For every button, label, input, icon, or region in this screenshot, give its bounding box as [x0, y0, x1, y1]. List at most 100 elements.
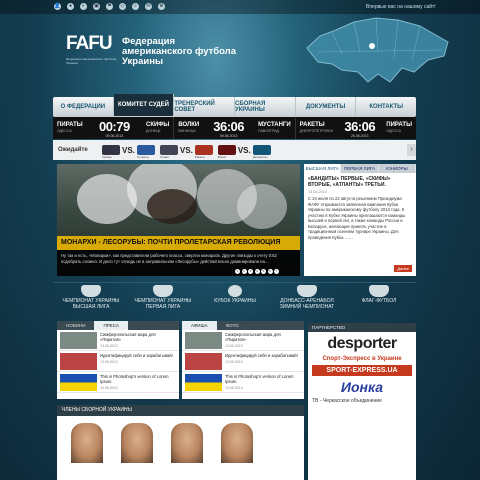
user-icon[interactable]: 👤 [54, 3, 61, 10]
tab-press[interactable]: Преса [94, 321, 128, 330]
partner-logo[interactable]: Спорт-Экспресс в Украине [312, 356, 412, 362]
score-item[interactable]: Волки Винница 36:06 09.06.2013 Мустанги Пав… [174, 117, 296, 139]
helmet-icon [153, 285, 173, 297]
vs-label: VS. [122, 145, 135, 155]
upcoming-label: Ожидайте [58, 147, 88, 153]
thumbnail [185, 332, 222, 349]
partner-logo[interactable]: ТВ - Черкасское объединение [312, 398, 412, 404]
partner-logo[interactable]: SPORT-EXPRESS.UA [312, 365, 412, 376]
nav-about[interactable]: О федерации [53, 97, 114, 117]
slide-dot[interactable]: 7 [274, 269, 279, 274]
nav-documents[interactable]: Документы [296, 97, 357, 117]
team-logo: Ракеты [194, 145, 213, 159]
home-team: Волки Винница [178, 122, 200, 133]
helmet-icon [297, 285, 317, 297]
slide-dot[interactable]: 4 [254, 269, 260, 274]
next-arrow-icon[interactable]: › [407, 144, 416, 156]
main-nav: О федерации Комитет судей Тренерский сов… [53, 94, 416, 117]
team-members-title: Члены сборной Украины [57, 405, 304, 416]
category-top-league[interactable]: Чемпионат Украины Высшая лига [55, 285, 127, 315]
home-team: Ракеты Днепропетровск [299, 122, 334, 133]
tab-top-league[interactable]: Высшая лига [304, 164, 341, 173]
title-line: Украины [122, 56, 164, 67]
nav-coaches[interactable]: Тренерский совет [174, 97, 236, 117]
team-logo: Дельфины [252, 145, 271, 159]
member-photos [57, 416, 304, 463]
partner-logo[interactable]: Ионка [312, 379, 412, 395]
search-icon[interactable]: ⌕ [132, 3, 139, 10]
cart-icon[interactable]: ▣ [93, 3, 100, 10]
category-flag-football[interactable]: Флаг-футбол [343, 285, 415, 315]
list-item[interactable]: Идентифицируй себя и зарабатывай! 13.06.2… [57, 351, 179, 372]
flag-icon [369, 285, 389, 297]
events-panel-tabs: Афиша Фото [182, 321, 304, 330]
tab-first-league[interactable]: Первая лига [341, 164, 378, 173]
slide-dot[interactable]: 3 [248, 269, 253, 274]
news-panel: Новини Преса Симферопольская жара для «П… [57, 321, 179, 399]
home-team: Пираты Одесса [57, 122, 83, 133]
mail-icon[interactable]: ✉ [145, 3, 152, 10]
slide-dot[interactable]: 6 [267, 269, 273, 274]
thumbnail [185, 374, 222, 391]
more-button[interactable]: Далее [394, 265, 412, 272]
list-item[interactable]: Симферопольская жара для «Пиратов» 13.06.… [182, 330, 304, 351]
list-item[interactable]: This is Photoshop's version of Lorem Ips… [57, 372, 179, 393]
partner-logo[interactable]: desporter [312, 335, 412, 353]
slide-dot[interactable]: 1 [235, 269, 240, 274]
list-item[interactable]: Идентифицируй себя и зарабатывай! 13.06.2… [182, 351, 304, 372]
nav-referees[interactable]: Комитет судей [113, 94, 175, 116]
logo[interactable]: FAFU Федерация американского футбола Укр… [66, 33, 116, 65]
news-panel-tabs: Новини Преса [57, 321, 179, 330]
logo-subtitle: Федерация американского футбола Украины [66, 57, 117, 65]
team-members-panel: Члены сборной Украины [57, 405, 304, 480]
cup-icon [228, 285, 242, 297]
away-team: Пираты Одесса [386, 122, 412, 133]
slide-dot[interactable]: 2 [241, 269, 247, 274]
score-item[interactable]: Ракеты Днепропетровск 36:06 26.06.2013 Пир… [296, 117, 416, 139]
category-first-league[interactable]: Чемпионат Украины Первая лига [127, 285, 199, 315]
slide-dot[interactable]: 5 [261, 269, 266, 274]
thumbnail [60, 353, 97, 370]
member-photo[interactable] [171, 423, 203, 463]
top-icons: 👤 ● ◐ ▣ ⚑ ◇ ⌕ ✉ ♛ [54, 3, 165, 10]
share-icon[interactable]: ◇ [119, 3, 126, 10]
team-logo: Волки [217, 145, 236, 159]
category-cup[interactable]: Кубок Украины [199, 285, 271, 315]
member-photo[interactable] [221, 423, 253, 463]
category-arena[interactable]: Донбасс-Аренабол Зимний чемпионат [271, 285, 343, 315]
tab-events[interactable]: Афиша [182, 321, 217, 330]
tab-news[interactable]: Новини [57, 321, 94, 330]
slide-title[interactable]: Монархи - Лесорубы: почти пролетарская р… [57, 236, 300, 250]
upcoming-match[interactable]: Слава VS. Ракеты [159, 145, 213, 159]
categories: Чемпионат Украины Высшая лига Чемпионат … [55, 285, 415, 315]
divider [53, 282, 416, 283]
upcoming-match[interactable]: Волки VS. Дельфины [217, 145, 271, 159]
away-team: Скифы Донецк [146, 122, 170, 133]
away-team: Мустанги Павлоград [258, 122, 291, 133]
ukraine-map[interactable] [302, 12, 452, 94]
member-photo[interactable] [121, 423, 153, 463]
helmet-icon [81, 285, 101, 297]
vs-label: VS. [179, 145, 193, 155]
nav-national-team[interactable]: Сборная Украины [235, 97, 296, 117]
thumbnail [60, 332, 97, 349]
helmet-icon[interactable]: ◐ [80, 3, 87, 10]
flag-icon[interactable]: ⚑ [106, 3, 113, 10]
tab-photo[interactable]: Фото [217, 321, 248, 330]
upcoming-match[interactable]: Скифы VS. Атланты [102, 145, 155, 159]
thumbnail [60, 374, 97, 391]
nav-contacts[interactable]: Контакты [356, 97, 416, 117]
slide-pagination: 1 2 3 4 5 6 7 [235, 269, 279, 274]
tab-juniors[interactable]: Юниоры [378, 164, 415, 173]
list-item[interactable]: This is Photoshop's version of Lorem Ips… [182, 372, 304, 393]
list-item[interactable]: Симферопольская жара для «Пиратов» 13.06.… [57, 330, 179, 351]
news-headline[interactable]: «Бандиты» первые, «Скифы» вторые, «Атлан… [308, 176, 412, 188]
team-logo: Слава [159, 145, 178, 159]
score-item[interactable]: Пираты Одесса 00:79 09.06.2013 Скифы Донецк [53, 117, 175, 139]
partners-panel: Партнерство desporter Спорт-Экспресс в У… [308, 323, 416, 480]
news-date: 13.06.2013 [308, 190, 328, 194]
cup-icon[interactable]: ♛ [158, 3, 165, 10]
football-icon[interactable]: ● [67, 3, 74, 10]
member-photo[interactable] [71, 423, 103, 463]
news-text: С 24 июля по 22 августа решением Президи… [308, 196, 406, 240]
